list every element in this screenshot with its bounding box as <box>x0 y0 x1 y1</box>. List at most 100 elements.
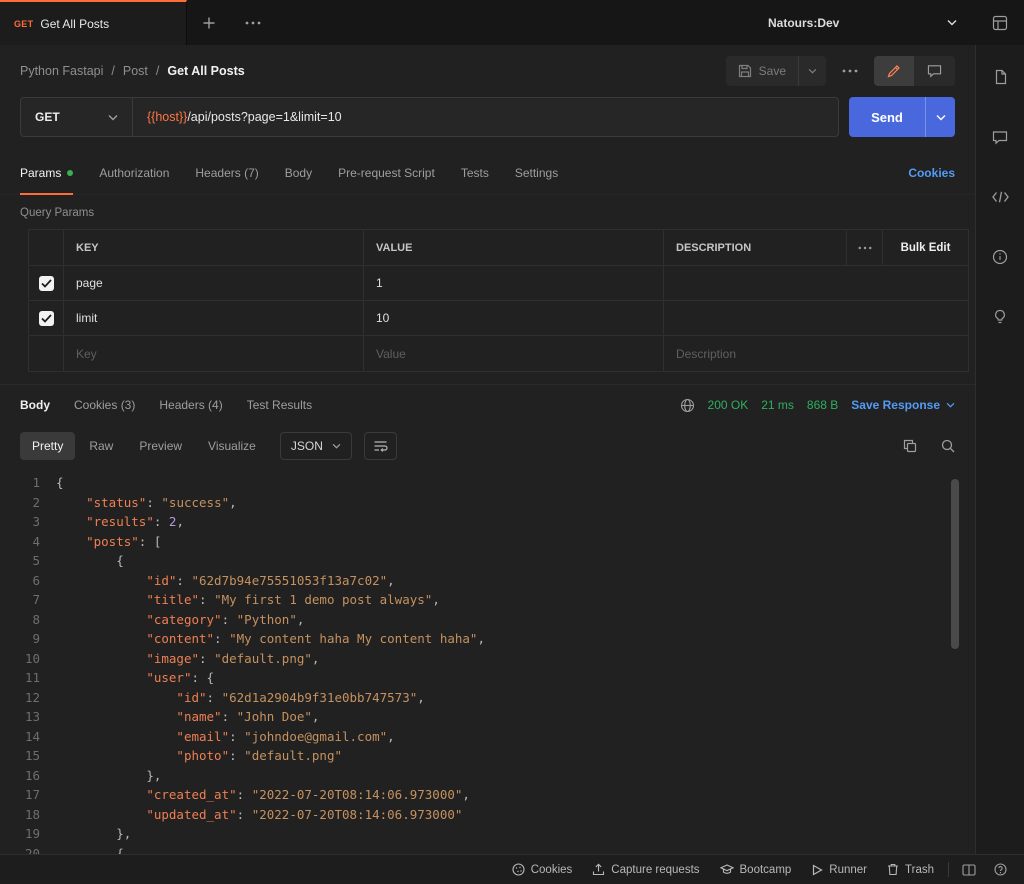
footer-trash-button[interactable]: Trash <box>877 863 944 876</box>
environment-selector[interactable]: Natours:Dev <box>750 0 975 45</box>
comment-button[interactable] <box>914 56 955 86</box>
tab-tests[interactable]: Tests <box>461 151 489 194</box>
save-options-button[interactable] <box>798 56 826 86</box>
two-pane-view-button[interactable] <box>953 864 985 876</box>
param-checkbox-cell <box>29 266 63 300</box>
help-icon <box>994 863 1007 876</box>
bulk-edit-button[interactable]: Bulk Edit <box>882 230 968 265</box>
footer-bootcamp-label: Bootcamp <box>740 864 792 876</box>
send-options-button[interactable] <box>925 97 955 137</box>
comment-icon <box>992 130 1008 145</box>
footer-bootcamp-button[interactable]: Bootcamp <box>710 864 802 876</box>
tab-bar-spacer <box>275 0 750 45</box>
send-button-group: Send <box>849 97 955 137</box>
response-tab-test-results[interactable]: Test Results <box>247 398 312 412</box>
network-info-button[interactable] <box>680 398 695 413</box>
param-checkbox-checked[interactable] <box>39 276 54 291</box>
param-value-field[interactable]: 1 <box>363 266 663 300</box>
tab-params-label: Params <box>20 166 61 180</box>
param-description-field-empty[interactable]: Description <box>663 336 968 371</box>
param-key-field[interactable]: limit <box>63 301 363 335</box>
footer-cookies-button[interactable]: Cookies <box>502 863 583 876</box>
param-description-field[interactable] <box>663 266 968 300</box>
view-tab-pretty[interactable]: Pretty <box>20 432 75 460</box>
param-checkbox-checked[interactable] <box>39 311 54 326</box>
response-panel: Body Cookies (3) Headers (4) Test Result… <box>0 384 975 854</box>
param-key-field-empty[interactable]: Key <box>63 336 363 371</box>
wrap-lines-button[interactable] <box>364 432 397 460</box>
edit-request-button[interactable] <box>874 56 914 86</box>
footer-capture-requests-button[interactable]: Capture requests <box>582 863 709 876</box>
tab-body[interactable]: Body <box>285 151 312 194</box>
postman-app: GET Get All Posts Natours:Dev Python Fas… <box>0 0 1024 884</box>
cookies-link[interactable]: Cookies <box>908 166 955 180</box>
breadcrumb-collection[interactable]: Python Fastapi <box>20 64 103 78</box>
params-column-value: VALUE <box>363 230 663 265</box>
view-tab-visualize[interactable]: Visualize <box>196 432 268 460</box>
chevron-down-icon <box>946 402 955 408</box>
line-numbers: 1234567891011121314151617181920 <box>0 473 56 854</box>
footer-cookies-label: Cookies <box>531 864 573 876</box>
request-tabs: Params Authorization Headers (7) Body Pr… <box>20 151 558 194</box>
request-tabs-row: Params Authorization Headers (7) Body Pr… <box>0 151 975 195</box>
response-format-selector[interactable]: JSON <box>280 432 352 460</box>
param-description-field[interactable] <box>663 301 968 335</box>
response-tab-headers[interactable]: Headers (4) <box>159 398 222 412</box>
tab-authorization[interactable]: Authorization <box>99 151 169 194</box>
capture-icon <box>592 863 605 876</box>
comment-icon <box>927 64 942 78</box>
breadcrumb-folder[interactable]: Post <box>123 64 148 78</box>
postbot-button[interactable] <box>986 303 1014 331</box>
footer-runner-button[interactable]: Runner <box>801 864 877 876</box>
params-more-options-button[interactable] <box>846 230 882 265</box>
response-meta: 200 OK 21 ms 868 B Save Response <box>680 398 955 413</box>
file-icon <box>993 69 1008 85</box>
copy-response-button[interactable] <box>903 439 917 453</box>
tab-prerequest-script[interactable]: Pre-request Script <box>338 151 435 194</box>
request-panel: Python Fastapi / Post / Get All Posts Sa… <box>0 45 975 854</box>
edit-comment-group <box>874 56 955 86</box>
request-tab[interactable]: GET Get All Posts <box>0 0 187 45</box>
breadcrumb-request-name[interactable]: Get All Posts <box>167 64 244 78</box>
param-value-field[interactable]: 10 <box>363 301 663 335</box>
save-icon <box>738 64 752 78</box>
environment-quick-look-button[interactable] <box>975 0 1024 45</box>
send-button[interactable]: Send <box>849 97 925 137</box>
save-response-button[interactable]: Save Response <box>851 398 955 412</box>
documentation-button[interactable] <box>986 63 1014 91</box>
tab-params[interactable]: Params <box>20 151 73 194</box>
param-key-field[interactable]: page <box>63 266 363 300</box>
url-box: GET {{host}}/api/posts?page=1&limit=10 <box>20 97 839 137</box>
chevron-down-icon <box>332 443 341 449</box>
tab-body-label: Body <box>285 166 312 180</box>
save-button-label: Save <box>759 64 786 78</box>
new-tab-button[interactable] <box>187 0 231 45</box>
comments-button[interactable] <box>986 123 1014 151</box>
method-selector[interactable]: GET <box>21 98 133 136</box>
request-info-button[interactable] <box>986 243 1014 271</box>
response-tab-body[interactable]: Body <box>20 398 50 412</box>
code-lines: { "status": "success", "results": 2, "po… <box>56 473 975 854</box>
tab-settings[interactable]: Settings <box>515 151 558 194</box>
code-snippet-button[interactable] <box>986 183 1014 211</box>
help-button[interactable] <box>985 863 1016 876</box>
tab-headers[interactable]: Headers (7) <box>195 151 258 194</box>
view-tab-raw[interactable]: Raw <box>77 432 125 460</box>
chevron-down-icon <box>108 114 118 121</box>
more-horizontal-icon <box>245 21 261 25</box>
response-tab-cookies[interactable]: Cookies (3) <box>74 398 135 412</box>
lightbulb-icon <box>993 309 1007 325</box>
scrollbar-thumb[interactable] <box>951 479 959 649</box>
chevron-down-icon <box>936 114 946 121</box>
url-input[interactable]: {{host}}/api/posts?page=1&limit=10 <box>133 98 838 136</box>
view-tab-preview[interactable]: Preview <box>127 432 194 460</box>
param-value-field-empty[interactable]: Value <box>363 336 663 371</box>
request-tab-method: GET <box>14 19 33 29</box>
tab-options-button[interactable] <box>231 0 275 45</box>
save-button[interactable]: Save <box>726 56 798 86</box>
url-path: /api/posts?page=1&limit=10 <box>187 110 341 124</box>
query-params-title: Query Params <box>0 195 975 229</box>
request-more-actions-button[interactable] <box>842 69 858 73</box>
search-response-button[interactable] <box>941 439 955 453</box>
params-header-row: KEY VALUE DESCRIPTION Bulk Edit <box>29 230 968 266</box>
